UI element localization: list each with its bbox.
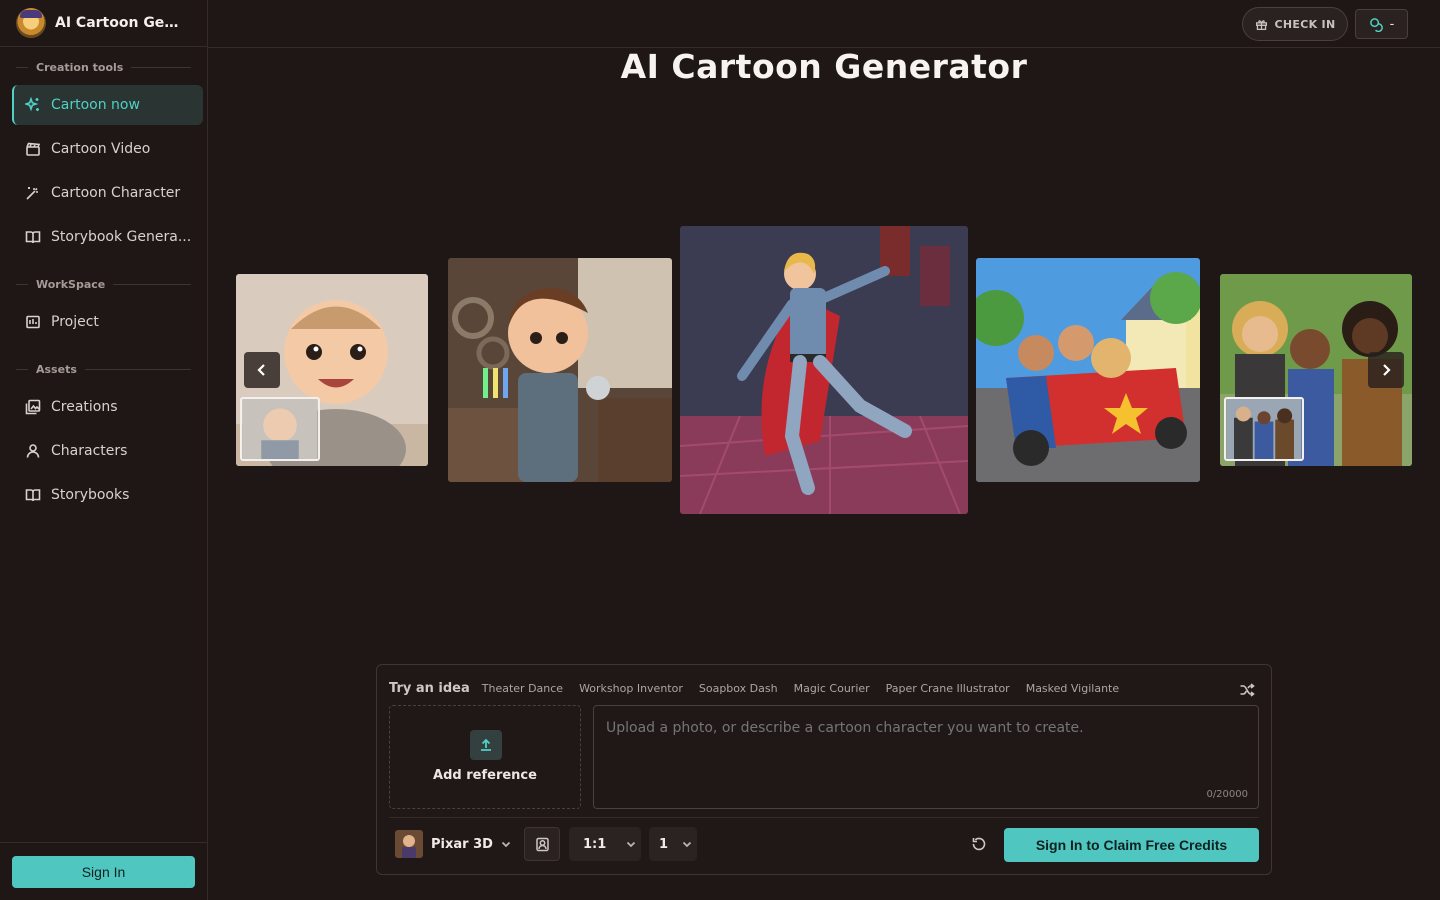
- soapbox-dash-image: [976, 258, 1200, 482]
- shuffle-icon[interactable]: [1239, 682, 1255, 698]
- prompt-input[interactable]: [606, 720, 1236, 736]
- idea-chip[interactable]: Paper Crane Illustrator: [886, 682, 1010, 695]
- idea-chip[interactable]: Magic Courier: [794, 682, 870, 695]
- top-bar: CHECK IN -: [208, 0, 1440, 48]
- section-assets: Assets: [16, 363, 191, 376]
- sidebar: AI Cartoon Gener... Creation tools Carto…: [0, 0, 208, 900]
- sidebar-item-storybooks[interactable]: Storybooks: [12, 475, 203, 515]
- credits-value: -: [1389, 16, 1395, 32]
- aspect-ratio-select[interactable]: 1:1: [569, 827, 641, 861]
- folder-icon: [25, 314, 41, 330]
- upload-icon: [470, 730, 502, 760]
- check-in-button[interactable]: CHECK IN: [1242, 7, 1348, 41]
- carousel-prev-button[interactable]: [244, 352, 280, 388]
- section-label: Creation tools: [36, 61, 124, 74]
- carousel-next-button[interactable]: [1368, 352, 1404, 388]
- idea-chip[interactable]: Soapbox Dash: [699, 682, 778, 695]
- image-count-select[interactable]: 1: [649, 827, 697, 861]
- sidebar-item-label: Cartoon Video: [51, 141, 151, 157]
- gift-icon: [1255, 18, 1268, 31]
- sidebar-item-characters[interactable]: Characters: [12, 431, 203, 471]
- add-reference-dropzone[interactable]: Add reference: [389, 705, 581, 809]
- idea-chip[interactable]: Masked Vigilante: [1026, 682, 1119, 695]
- showcase-card-workshop[interactable]: [448, 258, 672, 482]
- sidebar-item-label: Storybook Genera...: [51, 229, 192, 245]
- gallery-icon: [25, 399, 41, 415]
- sidebar-item-cartoon-character[interactable]: Cartoon Character: [12, 173, 203, 213]
- portrait-icon: [535, 837, 550, 852]
- idea-chip[interactable]: Workshop Inventor: [579, 682, 683, 695]
- sidebar-item-label: Storybooks: [51, 487, 130, 503]
- section-workspace: WorkSpace: [16, 278, 191, 291]
- page-title: AI Cartoon Generator: [620, 47, 1028, 86]
- chevron-down-icon: [682, 839, 692, 849]
- user-icon: [25, 443, 41, 459]
- aspect-ratio-value: 1:1: [583, 836, 607, 852]
- composer-divider: [389, 817, 1259, 818]
- book-open-icon: [25, 487, 41, 503]
- sidebar-footer: Sign In: [0, 842, 207, 900]
- workshop-inventor-image: [448, 258, 672, 482]
- idea-suggestions: Try an idea Theater Dance Workshop Inven…: [389, 681, 1119, 696]
- style-name: Pixar 3D: [431, 836, 493, 852]
- showcase-card-soapbox[interactable]: [976, 258, 1200, 482]
- ideas-label: Try an idea: [389, 681, 470, 696]
- showcase-card-theater[interactable]: [680, 226, 968, 514]
- app-name: AI Cartoon Gener...: [55, 15, 187, 31]
- sidebar-item-creations[interactable]: Creations: [12, 387, 203, 427]
- sidebar-item-project[interactable]: Project: [12, 302, 203, 342]
- section-label: WorkSpace: [36, 278, 106, 291]
- idea-chip[interactable]: Theater Dance: [482, 682, 563, 695]
- magic-wand-icon: [25, 185, 41, 201]
- book-open-icon: [25, 229, 41, 245]
- sidebar-item-label: Project: [51, 314, 99, 330]
- chevron-down-icon: [626, 839, 636, 849]
- character-count: 0/20000: [1206, 789, 1248, 800]
- style-thumbnail: [395, 830, 423, 858]
- sidebar-item-label: Creations: [51, 399, 118, 415]
- check-in-label: CHECK IN: [1274, 17, 1336, 31]
- sparkle-icon: [25, 97, 41, 113]
- app-logo: [16, 8, 46, 38]
- sidebar-item-label: Characters: [51, 443, 128, 459]
- coins-icon: [1369, 17, 1384, 32]
- theater-dance-image: [680, 226, 968, 514]
- claim-credits-button[interactable]: Sign In to Claim Free Credits: [1004, 828, 1259, 862]
- sidebar-item-label: Cartoon Character: [51, 185, 181, 201]
- style-selector[interactable]: Pixar 3D: [395, 829, 511, 859]
- section-creation-tools: Creation tools: [16, 61, 191, 74]
- clapperboard-icon: [25, 141, 41, 157]
- prompt-field[interactable]: 0/20000: [593, 705, 1259, 809]
- sidebar-item-storybook-generator[interactable]: Storybook Genera...: [12, 217, 203, 257]
- sidebar-item-label: Cartoon now: [51, 97, 140, 113]
- credits-button[interactable]: -: [1355, 9, 1408, 39]
- reference-thumbnail-baby: [240, 397, 320, 461]
- sidebar-item-cartoon-video[interactable]: Cartoon Video: [12, 129, 203, 169]
- brand[interactable]: AI Cartoon Gener...: [0, 0, 207, 47]
- chevron-left-icon: [255, 363, 269, 377]
- reset-icon[interactable]: [971, 836, 987, 852]
- sign-in-button[interactable]: Sign In: [12, 856, 195, 888]
- chevron-right-icon: [1379, 363, 1393, 377]
- reference-thumbnail-group: [1224, 397, 1304, 461]
- sidebar-item-cartoon-now[interactable]: Cartoon now: [12, 85, 203, 125]
- section-label: Assets: [36, 363, 77, 376]
- chevron-down-icon: [501, 839, 511, 849]
- image-count-value: 1: [659, 836, 669, 852]
- generator-composer: Try an idea Theater Dance Workshop Inven…: [376, 664, 1272, 875]
- character-reference-button[interactable]: [524, 827, 560, 861]
- add-reference-label: Add reference: [433, 768, 537, 783]
